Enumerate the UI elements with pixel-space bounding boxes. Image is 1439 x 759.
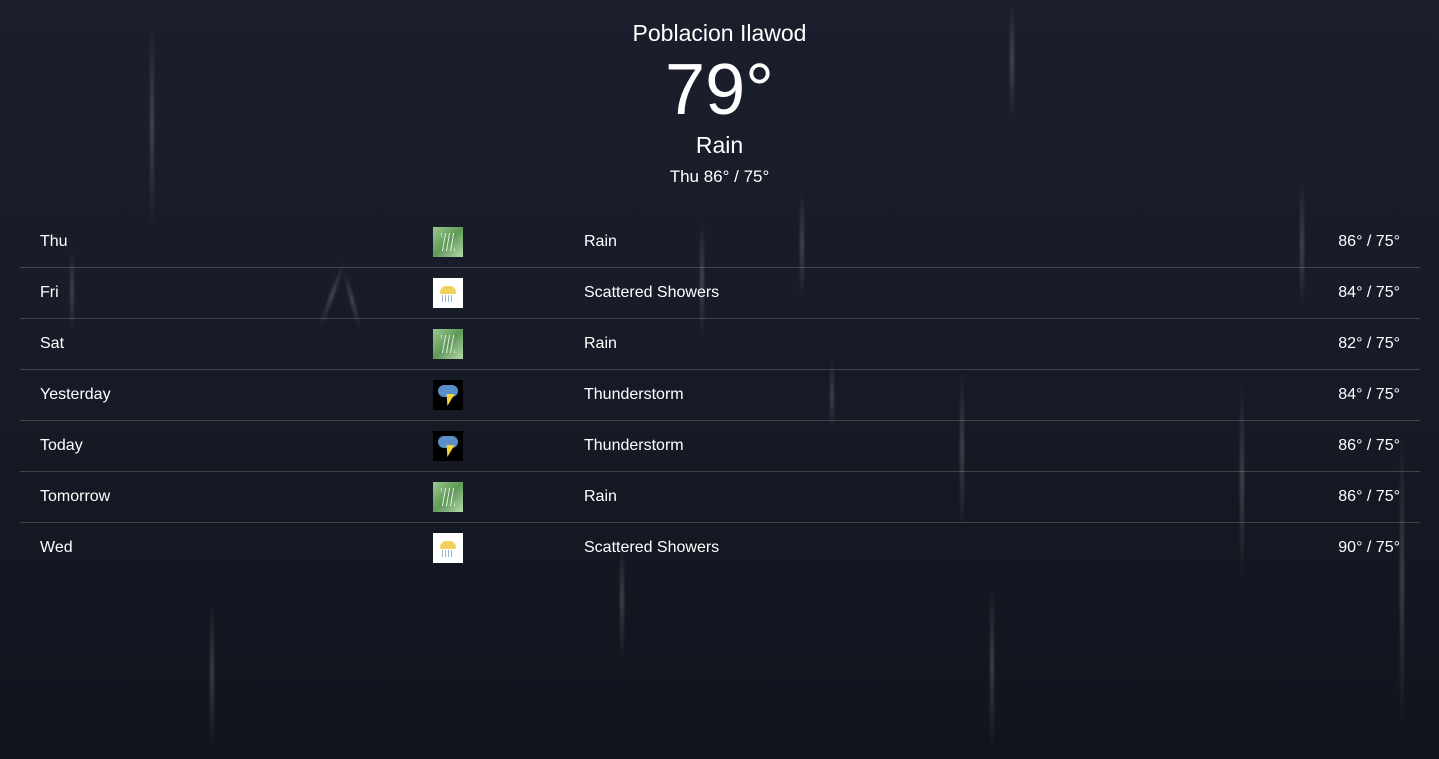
forecast-temps: 86° / 75° [1338,233,1400,250]
forecast-day: Yesterday [40,386,111,403]
forecast-description: Rain [584,335,617,352]
forecast-day: Today [40,437,83,454]
forecast-row: Today Thunderstorm 86° / 75° [20,421,1420,472]
current-condition: Rain [695,132,744,158]
forecast-row: Tomorrow Rain 86° / 75° [20,472,1420,523]
weather-app: Poblacion Ilawod 79° Rain Thu 86° / 75° … [0,0,1439,759]
location-name: Poblacion Ilawod [632,20,807,46]
forecast-description: Scattered Showers [584,284,720,301]
thunderstorm-icon [433,380,463,410]
forecast-temps: 84° / 75° [1338,386,1400,403]
thunderstorm-icon [433,431,463,461]
forecast-day: Tomorrow [40,488,111,505]
forecast-description: Rain [584,233,617,250]
forecast-row: Yesterday Thunderstorm 84° / 75° [20,370,1420,421]
forecast-temps: 86° / 75° [1338,437,1400,454]
forecast-day: Fri [40,284,59,301]
current-weather: Poblacion Ilawod 79° Rain Thu 86° / 75° [0,0,1439,188]
forecast-day: Thu [40,233,68,250]
forecast-temps: 84° / 75° [1338,284,1400,301]
forecast-row: Thu Rain 86° / 75° [20,217,1420,268]
forecast-temps: 86° / 75° [1338,488,1400,505]
forecast-description: Thunderstorm [584,437,684,454]
forecast-temps: 82° / 75° [1338,335,1400,352]
current-high-low: Thu 86° / 75° [669,167,770,186]
rain-icon [433,329,463,359]
scattered-showers-icon [433,278,463,308]
forecast-description: Scattered Showers [584,539,720,556]
forecast-temps: 90° / 75° [1338,539,1400,556]
forecast-description: Rain [584,488,617,505]
forecast-day: Wed [40,539,73,556]
forecast-row: Wed Scattered Showers 90° / 75° [20,523,1420,573]
rain-icon [433,227,463,257]
forecast-row: Sat Rain 82° / 75° [20,319,1420,370]
forecast-row: Fri Scattered Showers 84° / 75° [20,268,1420,319]
forecast-day: Sat [40,335,65,352]
rain-icon [433,482,463,512]
forecast-description: Thunderstorm [584,386,684,403]
scattered-showers-icon [433,533,463,563]
forecast-list: Thu Rain 86° / 75° Fri Scattered Showers… [20,217,1420,573]
current-temperature: 79° [665,50,774,130]
